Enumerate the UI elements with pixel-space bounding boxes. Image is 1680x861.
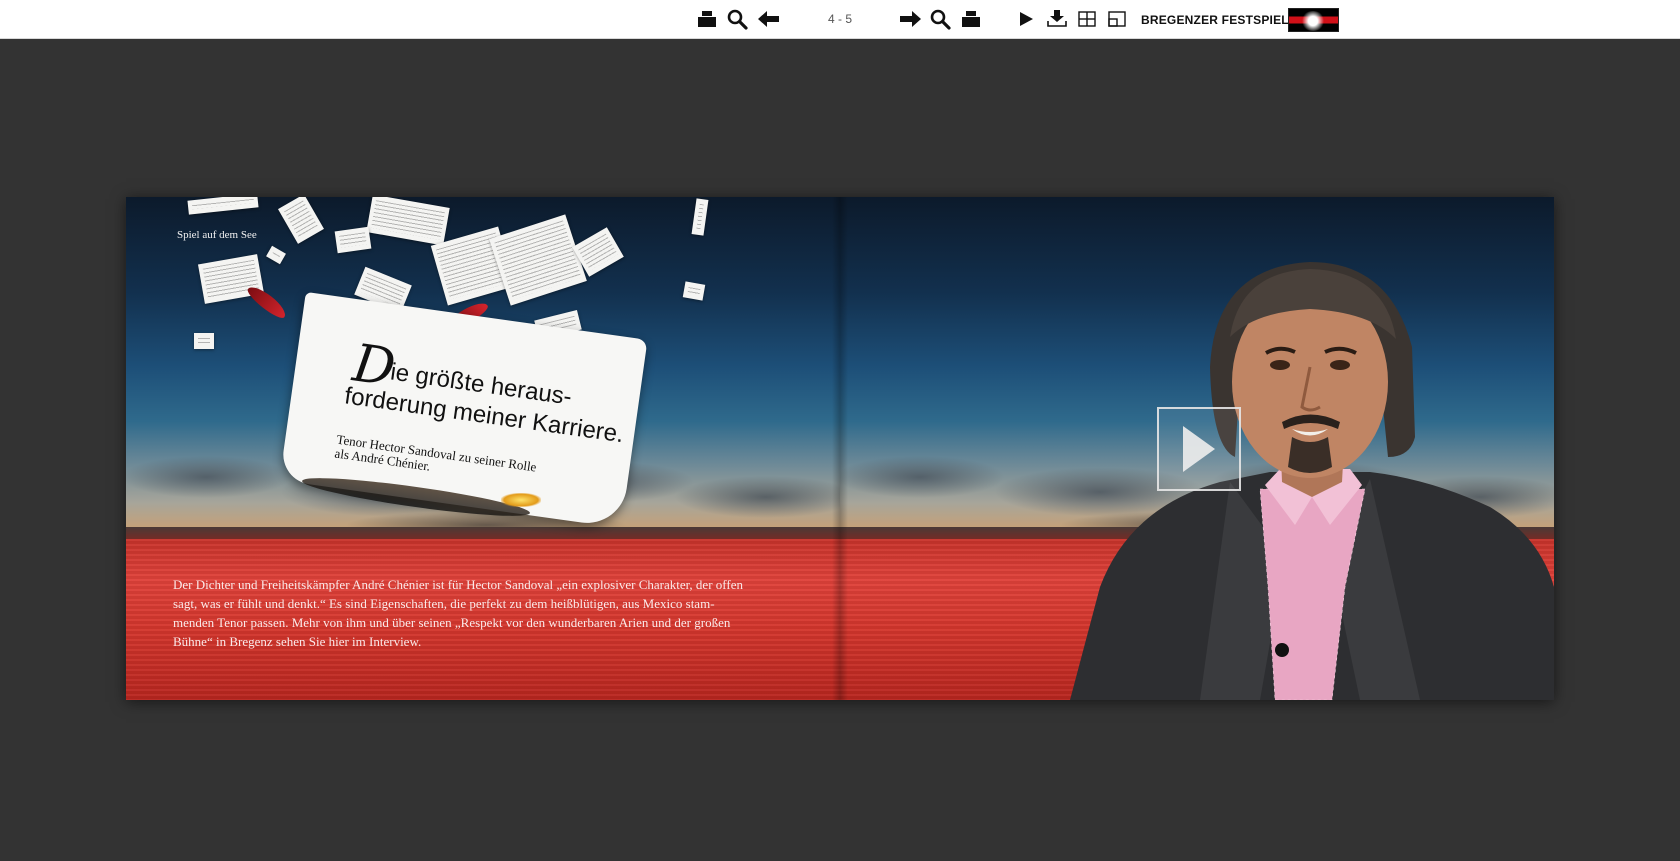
music-sheet	[682, 281, 706, 301]
arrow-right-icon[interactable]	[898, 5, 922, 33]
section-kicker: Spiel auf dem See	[177, 229, 257, 241]
zoom-icon[interactable]	[928, 5, 952, 33]
download-icon[interactable]	[1046, 5, 1068, 33]
arrow-left-icon[interactable]	[757, 5, 781, 33]
body-copy: Der Dichter und Freiheitskämpfer André C…	[173, 575, 794, 651]
grid-icon[interactable]	[1077, 5, 1097, 33]
page-right	[840, 197, 1554, 700]
play-icon	[1183, 426, 1215, 472]
interview-video[interactable]	[840, 197, 1554, 700]
body-line: menden Tenor passen. Mehr von ihm und üb…	[173, 615, 731, 630]
print-icon[interactable]	[696, 5, 718, 33]
fullscreen-icon[interactable]	[1107, 5, 1127, 33]
body-line: sagt, was er fühlt und denkt.“ Es sind E…	[173, 596, 715, 611]
toolbar: 4 - 5 BREGENZER FESTSPIELE	[0, 0, 1680, 39]
print-icon[interactable]	[960, 5, 982, 33]
body-line: Bühne“ in Bregenz sehen Sie hier im Inte…	[173, 634, 422, 649]
interviewee-photo	[1070, 262, 1554, 700]
brand-name: BREGENZER FESTSPIELE	[1141, 13, 1298, 27]
brand-logo	[1288, 8, 1339, 32]
book-spread: D ie größte heraus- forderung meiner Kar…	[126, 197, 1554, 700]
page-indicator: 4 - 5	[827, 12, 852, 26]
zoom-icon[interactable]	[725, 5, 749, 33]
page-left: D ie größte heraus- forderung meiner Kar…	[126, 197, 840, 700]
play-icon[interactable]	[1016, 5, 1036, 33]
page-gutter	[840, 197, 848, 700]
music-sheet	[194, 333, 214, 349]
video-play-button[interactable]	[1157, 407, 1241, 491]
music-sheet	[334, 226, 372, 254]
page-gutter	[832, 197, 840, 700]
flame	[501, 493, 541, 507]
body-line: Der Dichter und Freiheitskämpfer André C…	[173, 577, 743, 592]
